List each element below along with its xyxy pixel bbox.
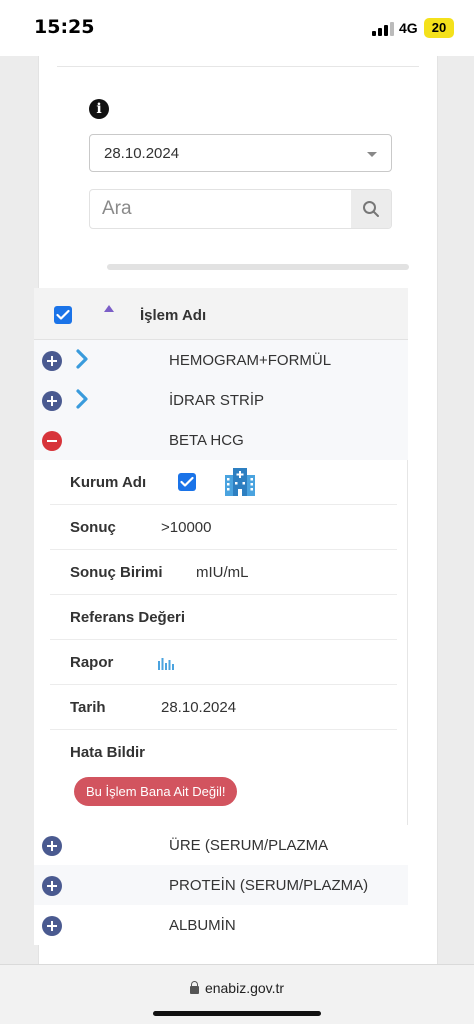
institution-checkbox[interactable]	[178, 473, 196, 491]
signal-icon	[372, 22, 394, 36]
search-icon	[363, 201, 379, 217]
table-row-expanded[interactable]: BETA HCG	[34, 420, 408, 460]
home-indicator[interactable]	[153, 1011, 321, 1016]
page-content[interactable]: i 28.10.2024 İşlem Adı	[0, 56, 474, 964]
date-value: 28.10.2024	[161, 699, 237, 716]
row-label: İDRAR STRİP	[169, 392, 265, 409]
row-label: BETA HCG	[169, 432, 244, 449]
table-header: İşlem Adı	[34, 288, 408, 340]
caret-down-icon	[367, 152, 377, 157]
detail-row-unit: Sonuç Birimi mIU/mL	[50, 550, 397, 595]
results-table: İşlem Adı HEMOGRAM+FORMÜL İDRAR STRİP BE…	[34, 288, 408, 945]
battery-icon: 20	[424, 18, 454, 38]
date-select[interactable]: 28.10.2024	[89, 134, 392, 172]
table-row[interactable]: İDRAR STRİP	[34, 380, 408, 420]
expand-plus-icon[interactable]	[42, 916, 62, 936]
sort-ascending-icon[interactable]	[104, 305, 114, 312]
row-details: Kurum Adı Sonuç >10000 Sonuç Birimi mIU/…	[34, 460, 408, 825]
unit-value: mIU/mL	[196, 564, 249, 581]
detail-label: Hata Bildir	[70, 744, 146, 761]
collapse-minus-icon[interactable]	[42, 431, 62, 451]
check-icon	[180, 476, 194, 487]
not-mine-button[interactable]: Bu İşlem Bana Ait Değil!	[74, 777, 238, 806]
divider	[57, 66, 419, 67]
hospital-building-icon[interactable]	[224, 465, 256, 497]
table-row[interactable]: HEMOGRAM+FORMÜL	[34, 340, 408, 380]
table-row[interactable]: PROTEİN (SERUM/PLAZMA)	[34, 865, 408, 905]
detail-label: Sonuç	[70, 519, 116, 536]
row-label: ÜRE (SERUM/PLAZMA	[169, 837, 329, 854]
url-display[interactable]: enabiz.gov.tr	[0, 980, 474, 996]
info-icon[interactable]: i	[89, 99, 109, 119]
bar-chart-icon[interactable]	[158, 656, 174, 670]
address-bar[interactable]: enabiz.gov.tr	[0, 964, 474, 1024]
row-label: ALBUMİN	[169, 917, 236, 934]
search-button[interactable]	[351, 190, 391, 228]
table-row[interactable]: ÜRE (SERUM/PLAZMA	[34, 825, 408, 865]
expand-plus-icon[interactable]	[42, 391, 62, 411]
detail-row-institution: Kurum Adı	[50, 460, 397, 505]
detail-label: Sonuç Birimi	[70, 564, 163, 581]
url-text: enabiz.gov.tr	[204, 980, 285, 996]
select-all-checkbox[interactable]	[54, 306, 72, 324]
search-box	[89, 189, 392, 229]
detail-label: Rapor	[70, 654, 114, 671]
chevron-right-icon[interactable]	[76, 389, 88, 409]
status-bar: 15:25 4G 20	[0, 0, 474, 56]
row-label: HEMOGRAM+FORMÜL	[169, 352, 332, 369]
detail-label: Tarih	[70, 699, 106, 716]
detail-label: Referans Değeri	[70, 609, 186, 626]
search-input[interactable]	[90, 190, 352, 228]
chevron-right-icon[interactable]	[76, 349, 88, 369]
detail-row-result: Sonuç >10000	[50, 505, 397, 550]
status-time: 15:25	[34, 16, 95, 38]
expand-plus-icon[interactable]	[42, 351, 62, 371]
detail-row-date: Tarih 28.10.2024	[50, 685, 397, 730]
network-type: 4G	[399, 20, 418, 36]
result-value: >10000	[161, 519, 212, 536]
detail-row-report-error: Hata Bildir Bu İşlem Bana Ait Değil!	[50, 730, 397, 825]
expand-plus-icon[interactable]	[42, 836, 62, 856]
horizontal-scrollbar[interactable]	[107, 264, 409, 270]
date-select-value: 28.10.2024	[104, 145, 180, 162]
detail-label: Kurum Adı	[70, 474, 147, 491]
lock-icon	[189, 981, 199, 994]
detail-row-report: Rapor	[50, 640, 397, 685]
column-title-islem-adi[interactable]: İşlem Adı	[140, 307, 206, 324]
detail-row-reference: Referans Değeri	[50, 595, 397, 640]
check-icon	[56, 309, 70, 320]
expand-plus-icon[interactable]	[42, 876, 62, 896]
row-label: PROTEİN (SERUM/PLAZMA)	[169, 877, 369, 894]
table-row[interactable]: ALBUMİN	[34, 905, 408, 945]
